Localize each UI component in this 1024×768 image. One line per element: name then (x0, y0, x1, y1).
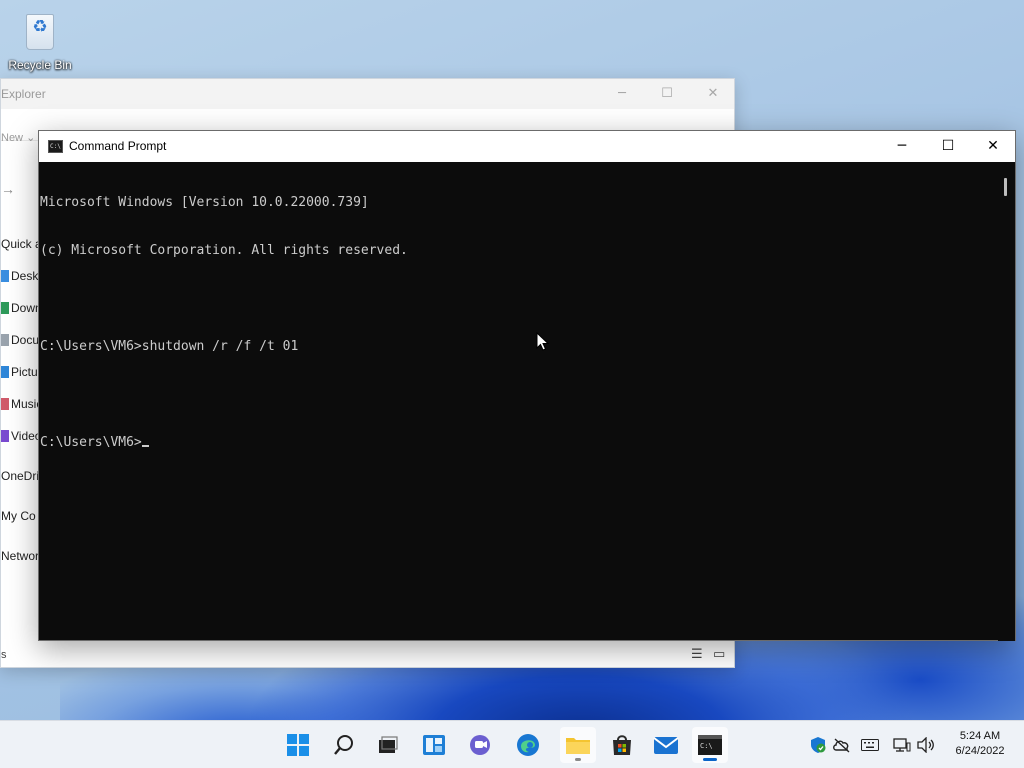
svg-text:C:\: C:\ (700, 742, 713, 750)
clock-date: 6/24/2022 (955, 745, 1005, 757)
console-output[interactable]: Microsoft Windows [Version 10.0.22000.73… (39, 162, 999, 641)
chat-button[interactable] (462, 727, 498, 763)
status-text: s (1, 649, 7, 661)
desktop-icon-label: Recycle Bin (8, 58, 72, 72)
chat-icon (470, 735, 490, 755)
command-prompt-icon: C:\ (48, 140, 63, 153)
maximize-button[interactable]: ☐ (925, 131, 971, 162)
sidebar-item-documents[interactable]: Docu (1, 333, 41, 347)
music-folder-icon (1, 398, 9, 410)
task-view-icon (379, 736, 398, 753)
network-icon[interactable] (892, 735, 912, 755)
clock-time: 5:24 AM (959, 730, 1001, 742)
cmd-titlebar[interactable]: C:\ Command Prompt ─ ☐ ✕ (39, 131, 1015, 162)
explorer-close-button[interactable]: ✕ (698, 83, 728, 105)
sidebar-item-videos[interactable]: Video (1, 429, 41, 443)
console-line: Microsoft Windows [Version 10.0.22000.73… (40, 195, 369, 210)
task-view-button[interactable] (370, 727, 406, 763)
console-line: (c) Microsoft Corporation. All rights re… (40, 243, 408, 258)
widgets-icon (423, 735, 445, 755)
taskbar: C:\ 5:24 AM 6/24/2022 (0, 720, 1024, 768)
explorer-title: Explorer (1, 87, 46, 101)
cmd-title: Command Prompt (69, 139, 167, 153)
downloads-folder-icon (1, 302, 9, 314)
terminal-icon: C:\ (698, 735, 722, 755)
edge-button[interactable] (510, 727, 546, 763)
mail-icon (653, 737, 679, 754)
console-prompt-line[interactable]: C:\Users\VM6> (40, 435, 999, 451)
text-cursor (141, 445, 149, 447)
console-prompt: C:\Users\VM6> (40, 435, 142, 450)
tiles-view-icon[interactable]: ▭ (713, 647, 725, 662)
sidebar-item-downloads[interactable]: Down (1, 301, 41, 315)
details-view-icon[interactable]: ☰ (691, 647, 703, 662)
pictures-folder-icon (1, 366, 9, 378)
command-prompt-window[interactable]: C:\ Command Prompt ─ ☐ ✕ Microsoft Windo… (38, 130, 1016, 641)
terminal-button[interactable]: C:\ (692, 727, 728, 763)
widgets-button[interactable] (416, 727, 452, 763)
explorer-statusbar: s ☰ ▭ (1, 643, 734, 667)
file-explorer-icon (566, 738, 590, 754)
sidebar-item-onedrive[interactable]: OneDri (1, 469, 41, 483)
search-button[interactable] (326, 727, 362, 763)
volume-icon[interactable] (916, 735, 936, 755)
store-icon (613, 735, 631, 755)
sidebar-item-my-computer[interactable]: My Co (1, 509, 41, 523)
cloud-offline-icon[interactable] (832, 735, 852, 755)
store-button[interactable] (604, 727, 640, 763)
file-explorer-button[interactable] (560, 727, 596, 763)
start-icon (287, 734, 309, 756)
sidebar-item-quick-access[interactable]: Quick a (1, 237, 41, 251)
start-button[interactable] (280, 727, 316, 763)
sidebar-item-music[interactable]: Music (1, 397, 41, 411)
explorer-titlebar[interactable]: Explorer ─ ☐ ✕ (1, 79, 734, 109)
videos-folder-icon (1, 430, 9, 442)
search-icon (334, 735, 353, 755)
desktop-icon-recycle-bin[interactable]: ♻ Recycle Bin (6, 8, 74, 72)
sidebar-item-desktop[interactable]: Deskt (1, 269, 41, 283)
sidebar-item-network[interactable]: Networ (1, 549, 41, 563)
forward-arrow-icon[interactable]: → (1, 181, 15, 197)
explorer-minimize-button[interactable]: ─ (607, 83, 637, 105)
scrollbar-thumb[interactable] (1004, 178, 1007, 196)
active-indicator (703, 758, 717, 761)
mail-button[interactable] (648, 727, 684, 763)
running-indicator (575, 758, 581, 761)
explorer-new-button[interactable]: New ⌄ (1, 131, 35, 144)
recycle-bin-icon: ♻ (20, 8, 60, 52)
security-shield-icon[interactable] (808, 735, 828, 755)
edge-icon (517, 734, 539, 756)
sidebar-item-pictures[interactable]: Pictur (1, 365, 41, 379)
close-button[interactable]: ✕ (970, 131, 1016, 162)
desktop-folder-icon (1, 270, 9, 282)
system-clock[interactable]: 5:24 AM 6/24/2022 (944, 729, 1016, 759)
vertical-scrollbar[interactable] (998, 162, 1015, 641)
minimize-button[interactable]: ─ (879, 131, 925, 162)
console-line: C:\Users\VM6>shutdown /r /f /t 01 (40, 339, 299, 354)
explorer-maximize-button[interactable]: ☐ (652, 83, 682, 105)
documents-folder-icon (1, 334, 9, 346)
keyboard-icon[interactable] (860, 735, 880, 755)
